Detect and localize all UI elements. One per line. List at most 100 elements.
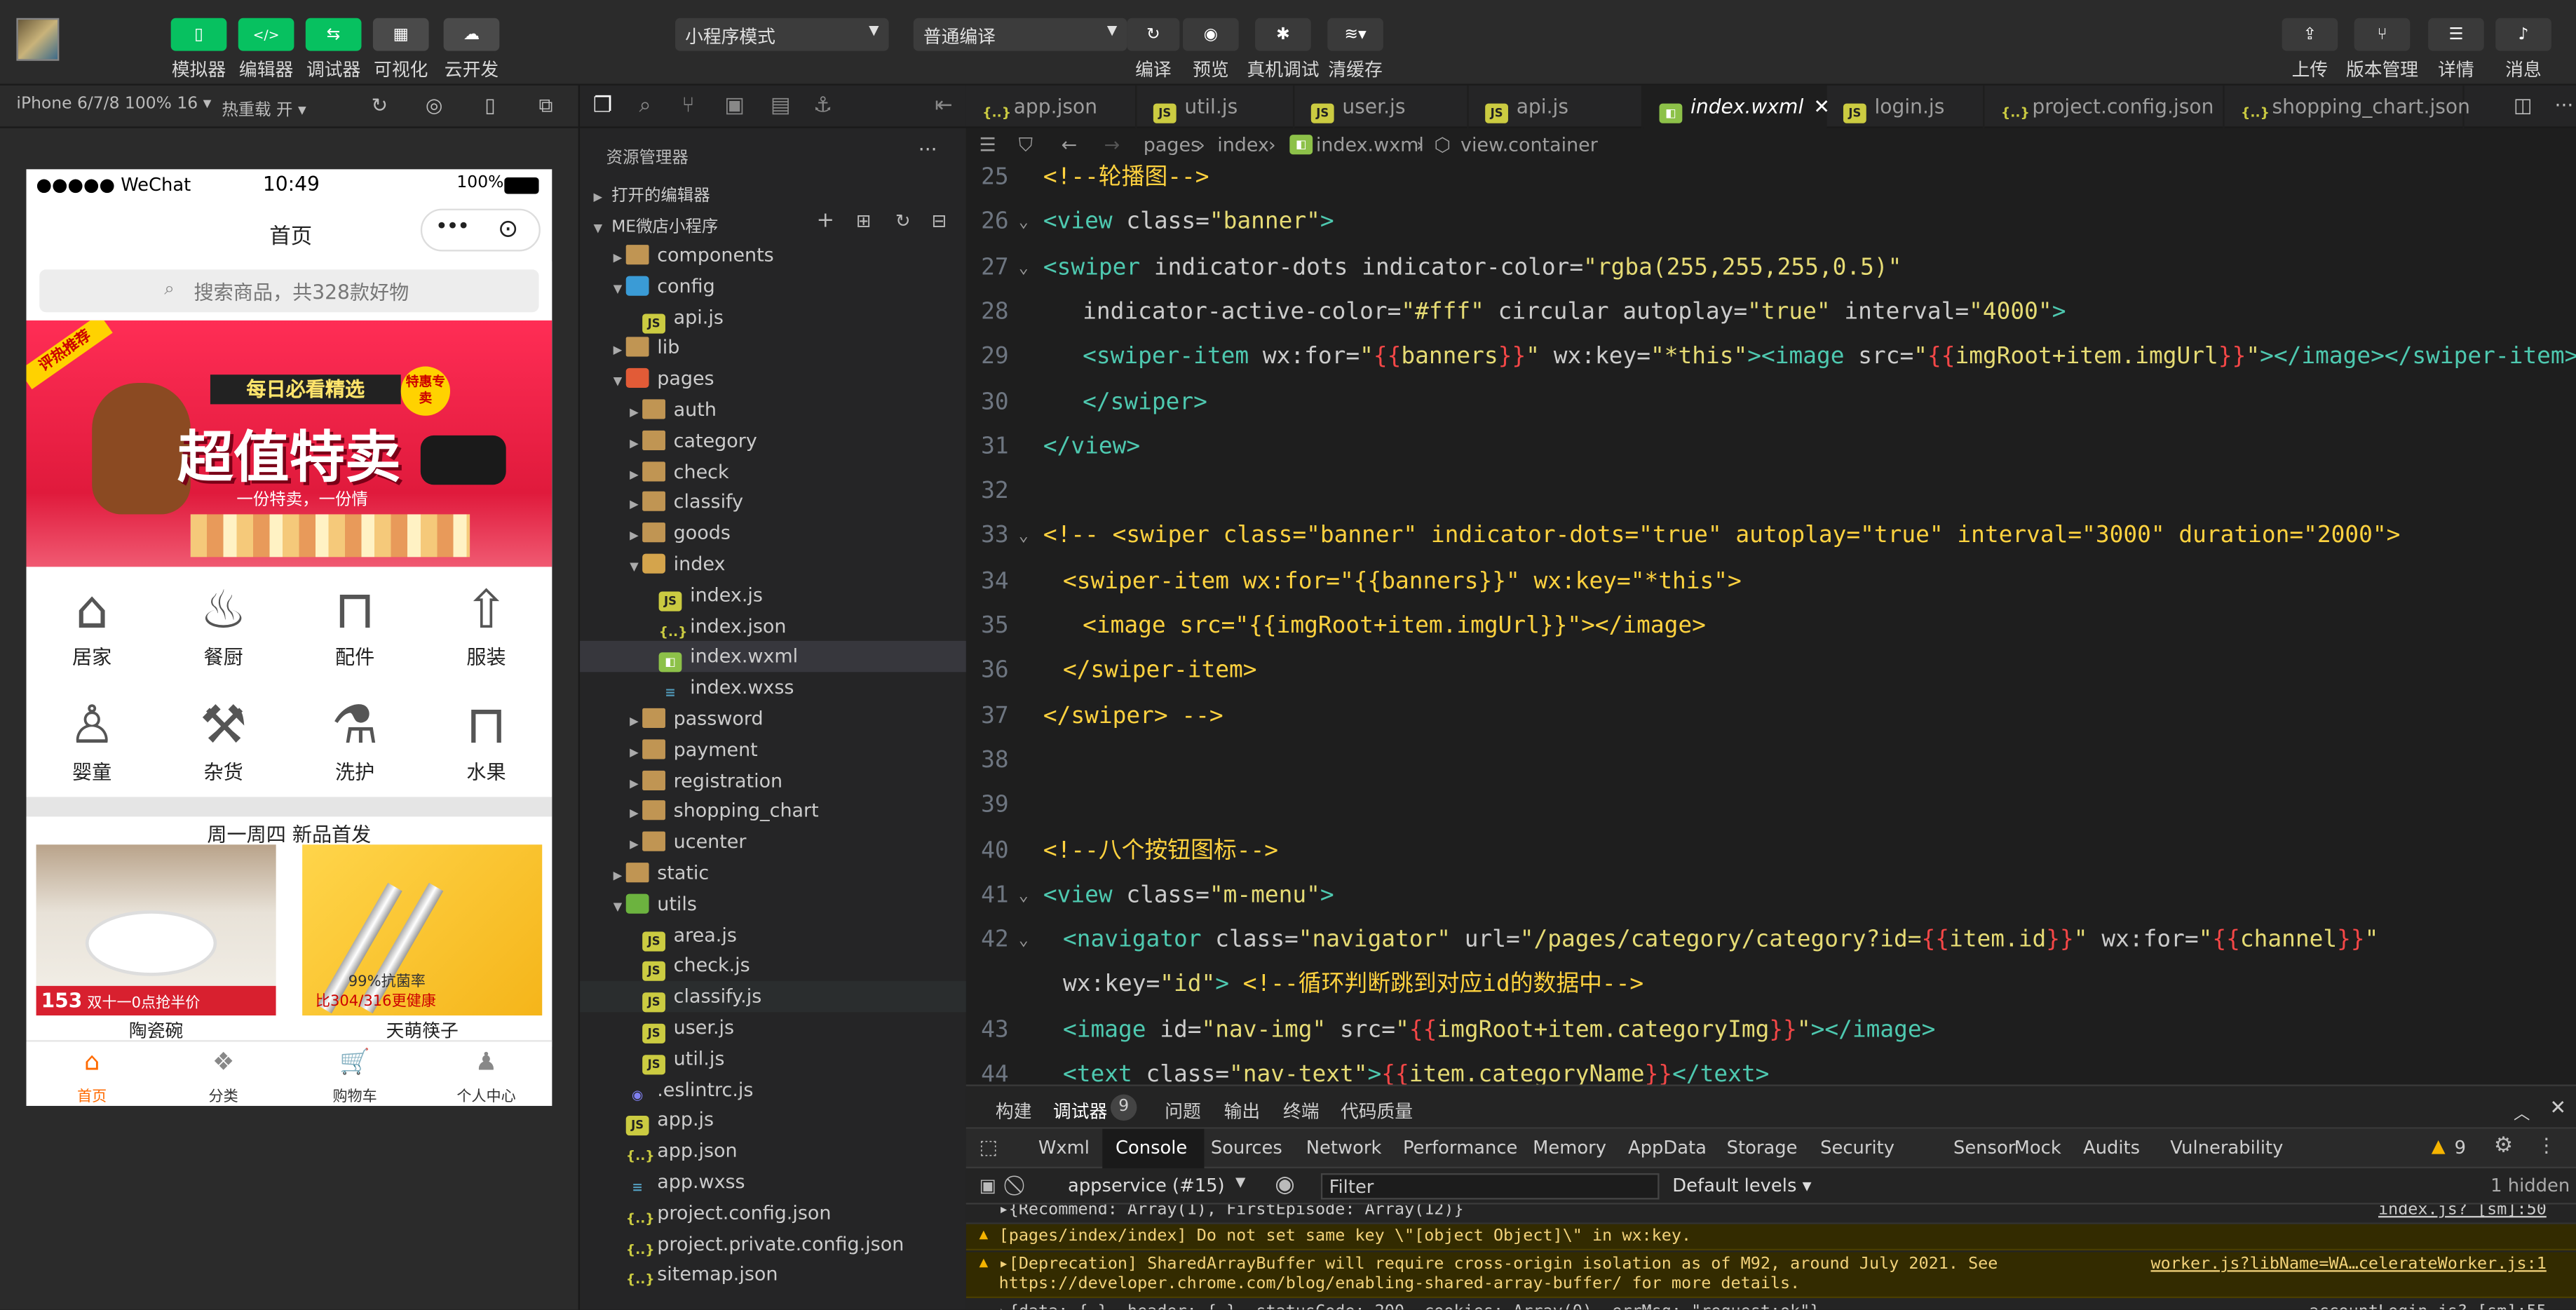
devtools-tab[interactable]: Mock (2014, 1137, 2061, 1158)
tree-item[interactable]: ▼ utils (580, 889, 968, 920)
more-icon[interactable]: ••• (435, 215, 470, 240)
compile-select[interactable]: 普通编译 ▼ (913, 18, 1127, 51)
tree-item[interactable]: ▶ classify (580, 487, 968, 518)
back-icon[interactable]: ← (1062, 128, 1078, 161)
devtools-tab[interactable]: Vulnerability (2170, 1137, 2283, 1158)
editor-tab[interactable]: {..} project.config.json (1984, 85, 2225, 128)
tree-item[interactable]: ◧ index.wxml (580, 641, 968, 673)
code-line[interactable]: 36 </swiper-item> (966, 649, 2576, 694)
menu-item[interactable]: ⊓ 水果 (421, 682, 552, 797)
messages-button[interactable]: ♪ (2495, 18, 2551, 51)
menu-item[interactable]: ⚗ 洗护 (289, 682, 420, 797)
open-editors-section[interactable]: ▶ 打开的编辑器 (590, 181, 710, 205)
branch-icon[interactable]: ⑂ (682, 94, 694, 119)
filter-input[interactable]: Filter (1320, 1173, 1660, 1200)
search-input[interactable]: ⌕ 搜索商品，共328款好物 (39, 269, 539, 313)
editor-tab[interactable]: JS util.js (1137, 85, 1295, 128)
code-line[interactable]: 37 </swiper> --> (966, 694, 2576, 738)
bookmark-icon[interactable]: ⛉ (1019, 128, 1033, 161)
fold-chevron-icon[interactable]: ⌄ (1019, 515, 1029, 559)
details-button[interactable]: ☰ (2428, 18, 2484, 51)
tree-item[interactable]: ▶ category (580, 425, 968, 457)
code-line[interactable]: 39 (966, 784, 2576, 828)
panel-tab[interactable]: 代码质量 (1341, 1098, 1413, 1123)
code-line[interactable]: 29 <swiper-item wx:for="{{banners}}" wx:k… (966, 335, 2576, 379)
tree-item[interactable]: JS user.js (580, 1012, 968, 1044)
panel-tab[interactable]: 调试器 (1053, 1098, 1107, 1123)
code-line[interactable]: 34 <swiper-item wx:for="{{banners}}" wx:k… (966, 560, 2576, 604)
capsule-button[interactable]: ••• ⊙ (420, 208, 541, 252)
crumb-symbol[interactable]: view.container (1460, 128, 1598, 161)
fold-chevron-icon[interactable]: ⌄ (1019, 919, 1029, 963)
code-line[interactable]: 38 (966, 739, 2576, 783)
simulator-toggle-button[interactable]: ▯ (170, 18, 227, 51)
code-line[interactable]: wx:key="id"> <!--循环判断跳到对应id的数据中--> (966, 964, 2576, 1008)
tree-item[interactable]: ▶ goods (580, 518, 968, 550)
docker-icon[interactable]: ⚓ (813, 94, 832, 119)
tree-item[interactable]: JS index.js (580, 580, 968, 612)
tree-item[interactable]: ▶ components (580, 240, 968, 271)
tree-item[interactable]: {..} sitemap.json (580, 1260, 968, 1291)
console-message[interactable]: ▲ ▸[Deprecation] SharedArrayBuffer will r… (965, 1252, 2576, 1299)
extensions-icon[interactable]: ▣ (724, 94, 745, 119)
devtools-tab[interactable]: Wxml (1038, 1137, 1090, 1158)
editor-tab[interactable]: JS api.js (1469, 85, 1643, 128)
list-icon[interactable]: ☰ (979, 128, 996, 161)
collapse-all-icon[interactable]: ⊟ (932, 210, 947, 231)
tree-item[interactable]: ▶ auth (580, 394, 968, 426)
tree-item[interactable]: {..} project.config.json (580, 1198, 968, 1229)
product-card-chopsticks[interactable]: 99%抗菌率 比304/316更健康 (302, 844, 543, 1016)
code-line[interactable]: 31 </view> (966, 425, 2576, 469)
devtools-tab[interactable]: Sources (1211, 1137, 1282, 1158)
close-target-icon[interactable]: ⊙ (498, 214, 518, 243)
console-source-link[interactable]: worker.js?libName=WA…celerateWorker.js:1 (2151, 1255, 2547, 1274)
inspect-icon[interactable]: ⬚ (979, 1135, 998, 1159)
tab-bar-item[interactable]: ❖ 分类 (158, 1042, 289, 1106)
panel-tab[interactable]: 问题 (1165, 1098, 1201, 1123)
devtools-tab[interactable]: Memory (1533, 1137, 1606, 1158)
mode-select[interactable]: 小程序模式 ▼ (675, 18, 889, 51)
tree-item[interactable]: ≡ index.wxss (580, 673, 968, 704)
tree-item[interactable]: JS util.js (580, 1043, 968, 1074)
tree-item[interactable]: JS app.js (580, 1105, 968, 1137)
tree-item[interactable]: JS check.js (580, 950, 968, 982)
files-icon[interactable]: ❐ (593, 94, 612, 119)
tree-item[interactable]: JS area.js (580, 919, 968, 951)
editor-tab[interactable]: {..} shopping_chart.json (2225, 85, 2470, 128)
close-icon[interactable]: ✕ (2550, 1096, 2567, 1119)
code-line[interactable]: 42 ⌄ <navigator class="navigator" url="/pa… (966, 919, 2576, 963)
device-select[interactable]: iPhone 6/7/8 100% 16 ▾ (16, 95, 211, 114)
window-icon[interactable]: ⧉ (539, 94, 553, 119)
console-message[interactable]: ▸{data: {…}, header: {…}, statusCode: 20… (965, 1299, 2576, 1310)
rotate-icon[interactable]: ↻ (372, 94, 388, 117)
tree-item[interactable]: ▶ shopping_chart (580, 796, 968, 828)
editor-tab[interactable]: JS login.js (1827, 85, 1985, 128)
crumb-index[interactable]: index (1217, 128, 1269, 161)
crumb-pages[interactable]: pages (1144, 128, 1200, 161)
tab-bar-item[interactable]: 🛒 购物车 (289, 1042, 420, 1106)
tab-bar-item[interactable]: ♟ 个人中心 (421, 1042, 552, 1106)
hot-reload-toggle[interactable]: 热重载 开 ▾ (222, 95, 306, 120)
panel-tab[interactable]: 终端 (1283, 1098, 1320, 1123)
editor-tab[interactable]: {..} app.json (966, 85, 1137, 128)
console-source-link[interactable]: accountLogin.js? [sm]:55 (2309, 1303, 2547, 1309)
tree-item[interactable]: ▶ payment (580, 734, 968, 766)
devtools-tab[interactable]: Storage (1727, 1137, 1798, 1158)
devtools-tab[interactable]: Audits (2083, 1137, 2140, 1158)
tree-item[interactable]: JS classify.js (580, 981, 968, 1013)
crumb-file[interactable]: index.wxml (1316, 128, 1424, 161)
editor-tab[interactable]: JS user.js (1294, 85, 1469, 128)
more-icon[interactable]: ··· (918, 138, 937, 161)
console-message[interactable]: ▸{Recommend: Array(1), FirstEpisode: Arr… (965, 1204, 2576, 1224)
tree-item[interactable]: ◉ .eslintrc.js (580, 1074, 968, 1105)
code-line[interactable]: 43 <image id="nav-img" src="{{imgRoot+ite… (966, 1008, 2576, 1053)
fold-chevron-icon[interactable]: ⌄ (1019, 874, 1029, 918)
tree-item[interactable]: ≡ app.wxss (580, 1167, 968, 1198)
devtools-tab[interactable]: Sensor (1953, 1137, 2015, 1158)
collapse-panel-icon[interactable]: ⇤ (935, 94, 953, 119)
devtools-tab[interactable]: Performance (1403, 1137, 1517, 1158)
devtools-tab[interactable]: Console (1116, 1137, 1187, 1158)
code-line[interactable]: 27 ⌄ <swiper indicator-dots indicator-colo… (966, 246, 2576, 290)
new-file-icon[interactable]: + (817, 209, 835, 234)
phone-icon[interactable]: ▯ (484, 94, 495, 117)
